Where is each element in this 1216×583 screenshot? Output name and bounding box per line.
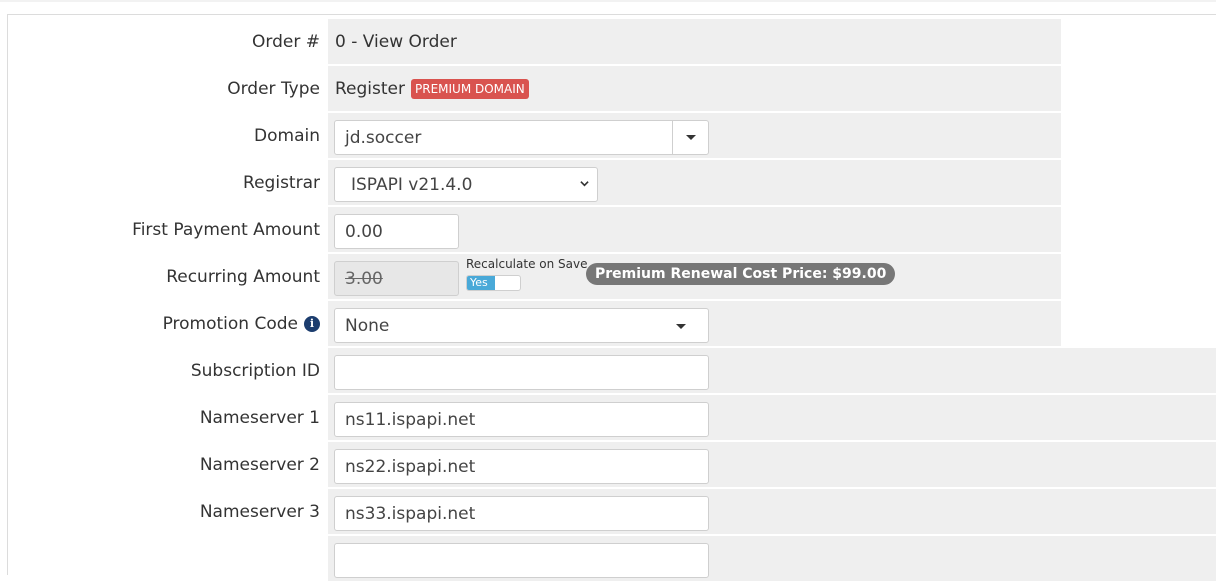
order-number-label: Order #: [252, 31, 320, 52]
order-number-value: 0 - View Order: [335, 31, 457, 52]
nameserver-2-input[interactable]: ns22.ispapi.net: [334, 449, 709, 484]
domain-field: jd.soccer: [328, 113, 1061, 158]
caret-down-icon: [685, 135, 696, 140]
nameserver-2-field: ns22.ispapi.net: [328, 442, 1216, 487]
subscription-id-field: [328, 348, 1216, 393]
row-subscription-id: Subscription ID: [8, 348, 1216, 395]
registrar-field: ISPAPI v21.4.0: [328, 160, 1061, 205]
row-domain: Domain jd.soccer: [8, 113, 1216, 160]
first-payment-field: 0.00: [328, 207, 1061, 252]
subscription-id-label: Subscription ID: [190, 360, 320, 381]
partial-input[interactable]: [334, 543, 709, 578]
promotion-label-wrap: Promotion Code i: [8, 301, 320, 346]
recurring-amount-input: 3.00: [334, 261, 459, 296]
recurring-amount-label: Recurring Amount: [166, 266, 320, 287]
subscription-id-input[interactable]: [334, 355, 709, 390]
nameserver-3-value: ns33.ispapi.net: [345, 503, 476, 524]
row-recurring-amount: Recurring Amount 3.00 Recalculate on Sav…: [8, 254, 1216, 301]
nameserver-2-label: Nameserver 2: [199, 454, 320, 475]
order-type-value: Register: [335, 78, 405, 99]
nameserver-3-label: Nameserver 3: [199, 501, 320, 522]
promotion-code-select[interactable]: None: [334, 308, 709, 343]
registrar-label: Registrar: [243, 172, 320, 193]
order-type-label: Order Type: [227, 78, 320, 99]
nameserver-1-label: Nameserver 1: [199, 407, 320, 428]
premium-domain-badge: PREMIUM DOMAIN: [411, 78, 529, 99]
order-type-field: Register PREMIUM DOMAIN: [328, 66, 1061, 111]
domain-dropdown-button[interactable]: [672, 121, 708, 154]
chevron-down-icon: [580, 181, 589, 187]
nameserver-3-input[interactable]: ns33.ispapi.net: [334, 496, 709, 531]
partial-field: [328, 536, 1216, 581]
recalculate-toggle[interactable]: Yes: [466, 275, 521, 291]
recurring-amount-value: 3.00: [345, 268, 383, 289]
caret-down-icon: [676, 324, 686, 329]
nameserver-1-value: ns11.ispapi.net: [345, 409, 476, 430]
first-payment-label: First Payment Amount: [132, 219, 320, 240]
domain-value: jd.soccer: [345, 127, 422, 148]
first-payment-value: 0.00: [345, 221, 383, 242]
order-type-text: Register PREMIUM DOMAIN: [335, 66, 529, 111]
nameserver-2-value: ns22.ispapi.net: [345, 456, 476, 477]
row-nameserver-2: Nameserver 2 ns22.ispapi.net: [8, 442, 1216, 489]
premium-renewal-badge: Premium Renewal Cost Price: $99.00: [586, 263, 896, 285]
row-promotion-code: Promotion Code i None: [8, 301, 1216, 348]
first-payment-input[interactable]: 0.00: [334, 214, 459, 249]
promotion-code-label: Promotion Code: [162, 313, 298, 334]
registrar-value: ISPAPI v21.4.0: [351, 174, 473, 195]
order-number-field: 0 - View Order: [328, 19, 1061, 64]
recalculate-label: Recalculate on Save: [466, 257, 588, 271]
row-first-payment: First Payment Amount 0.00: [8, 207, 1216, 254]
nameserver-1-field: ns11.ispapi.net: [328, 395, 1216, 440]
order-form-panel: Order # 0 - View Order Order Type Regist…: [7, 14, 1216, 581]
row-registrar: Registrar ISPAPI v21.4.0: [8, 160, 1216, 207]
row-nameserver-3: Nameserver 3 ns33.ispapi.net: [8, 489, 1216, 536]
domain-combobox[interactable]: jd.soccer: [334, 120, 709, 155]
row-order-type: Order Type Register PREMIUM DOMAIN: [8, 66, 1216, 113]
row-partial: [8, 536, 1216, 583]
top-divider: [0, 0, 1216, 2]
registrar-select[interactable]: ISPAPI v21.4.0: [334, 167, 598, 202]
row-nameserver-1: Nameserver 1 ns11.ispapi.net: [8, 395, 1216, 442]
nameserver-3-field: ns33.ispapi.net: [328, 489, 1216, 534]
toggle-yes-label: Yes: [467, 276, 495, 290]
row-order-number: Order # 0 - View Order: [8, 19, 1216, 66]
domain-label: Domain: [254, 125, 320, 146]
promotion-code-value: None: [345, 315, 390, 336]
info-icon[interactable]: i: [304, 315, 320, 332]
recurring-amount-field: 3.00 Recalculate on Save Yes Premium Ren…: [328, 254, 1061, 299]
promotion-code-field: None: [328, 301, 1061, 346]
nameserver-1-input[interactable]: ns11.ispapi.net: [334, 402, 709, 437]
